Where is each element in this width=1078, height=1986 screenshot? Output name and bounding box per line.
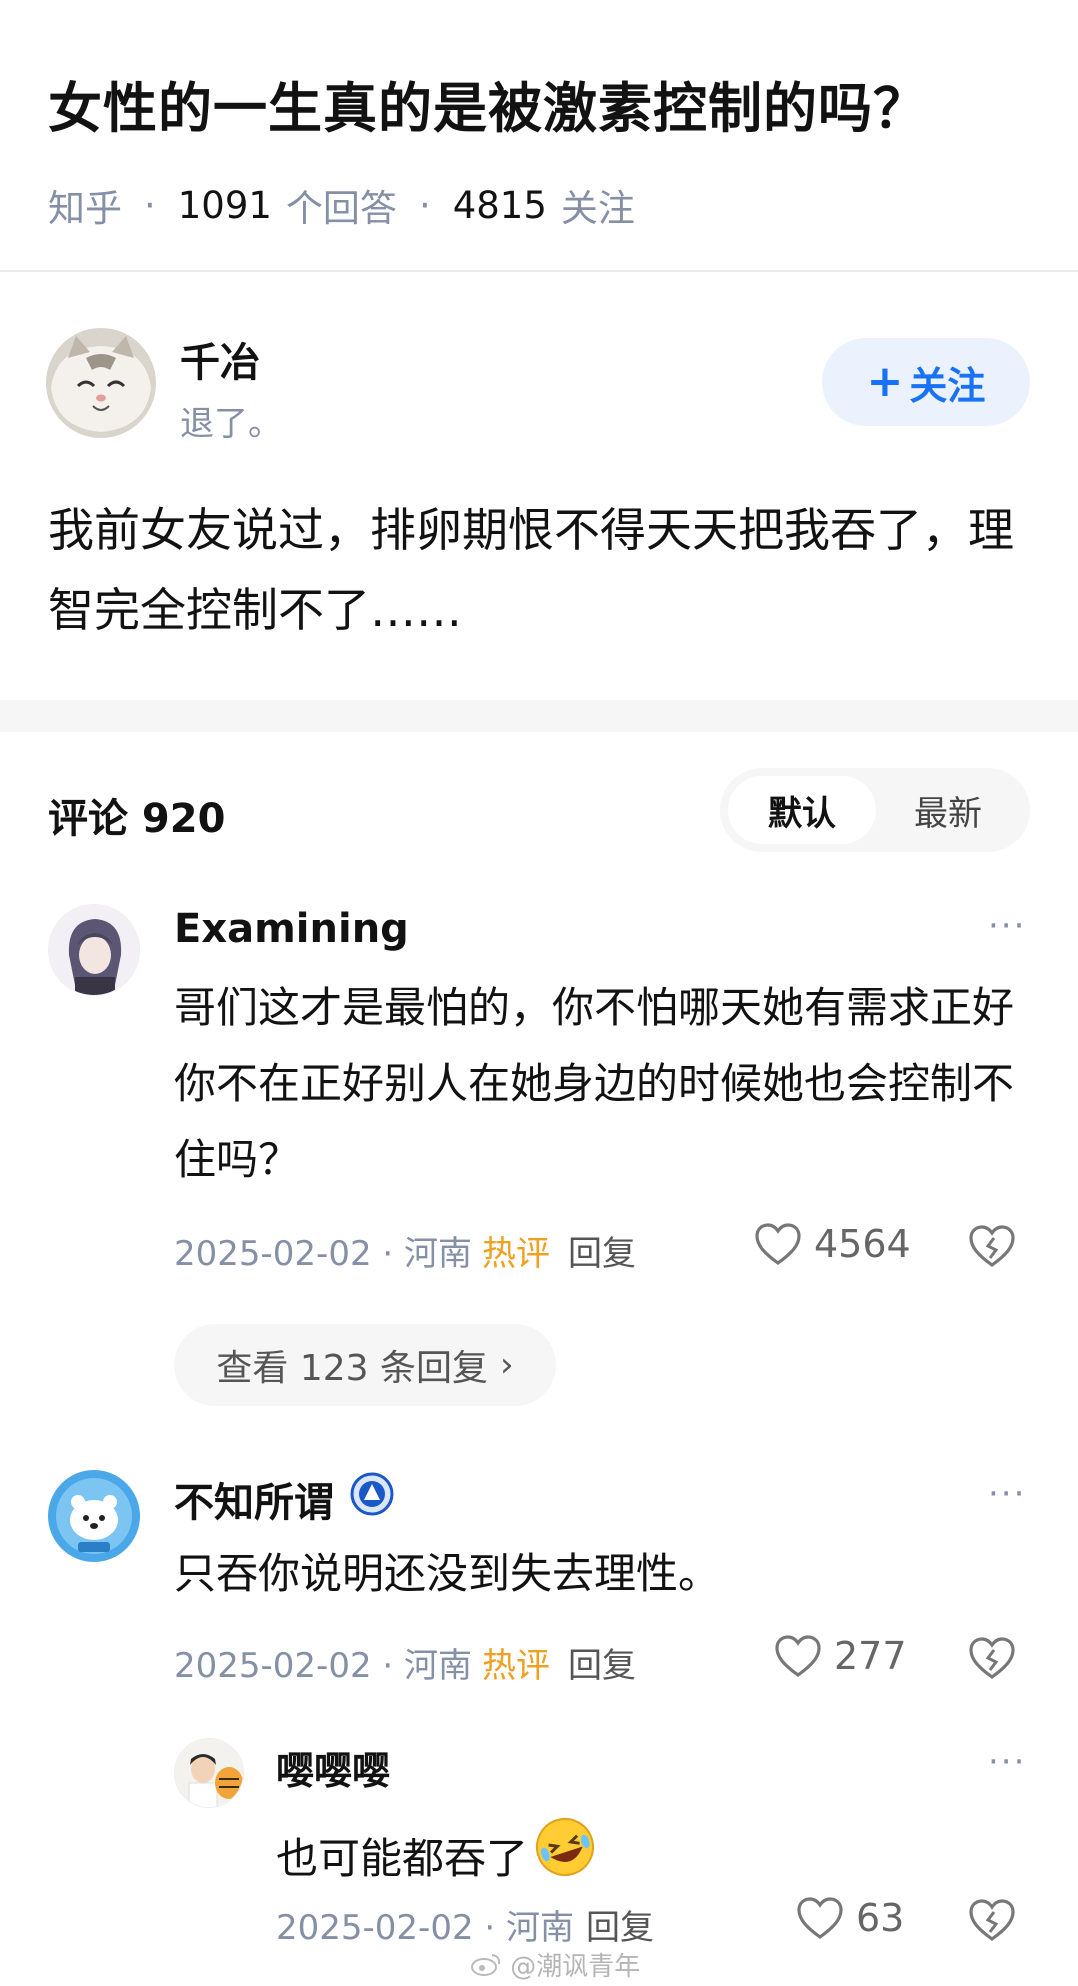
sort-latest-tab[interactable]: 最新: [874, 776, 1022, 844]
author-bio: 退了。: [180, 404, 282, 444]
broken-heart-icon: [969, 1637, 1015, 1679]
comment-text-row: 也可能都吞了: [276, 1814, 1036, 1904]
watermark-text: @潮讽青年: [510, 1952, 641, 1982]
follow-label: 关注: [909, 363, 986, 408]
dislike-button[interactable]: [968, 1224, 1016, 1272]
laughing-emoji-icon: [532, 1814, 598, 1904]
like-button[interactable]: 63: [796, 1896, 904, 1940]
view-replies-label: 查看 123 条回复: [216, 1348, 488, 1389]
more-options-icon[interactable]: ···: [988, 1474, 1026, 1514]
commenter-name-row: 不知所谓: [174, 1470, 394, 1528]
hot-badge: 热评: [482, 1234, 551, 1274]
answers-count: 1091: [177, 183, 272, 227]
reply-button[interactable]: 回复: [568, 1638, 636, 1687]
dislike-button[interactable]: [968, 1898, 1016, 1946]
comment-sort-toggle: 默认 最新: [720, 768, 1030, 852]
view-replies-button[interactable]: 查看 123 条回复 ›: [174, 1324, 556, 1406]
separator-dot: ·: [144, 183, 156, 227]
heart-icon: [797, 1897, 843, 1939]
author-avatar[interactable]: [46, 328, 156, 438]
reply-button[interactable]: 回复: [568, 1226, 636, 1275]
commenter-avatar[interactable]: [48, 904, 140, 996]
follow-button[interactable]: + 关注: [822, 338, 1030, 426]
commenter-avatar[interactable]: [48, 1470, 140, 1562]
like-count: 277: [834, 1634, 907, 1678]
commenter-name[interactable]: 嘤嘤嘤: [276, 1740, 390, 1795]
sort-default-tab[interactable]: 默认: [728, 776, 876, 844]
like-count: 63: [856, 1896, 905, 1940]
like-button[interactable]: 277: [774, 1634, 907, 1678]
comment-text: 也可能都吞了: [276, 1834, 529, 1883]
followers-label: 关注: [560, 187, 635, 230]
comment-text: 只吞你说明还没到失去理性。: [174, 1549, 721, 1598]
more-options-icon[interactable]: ···: [988, 1742, 1026, 1782]
broken-heart-icon: [969, 1899, 1015, 1941]
comment-date-location: 2025-02-02 · 河南: [174, 1646, 473, 1686]
comments-title: 评论 920: [48, 796, 226, 842]
reply-button[interactable]: 回复: [586, 1900, 654, 1949]
question-header: 女性的一生真的是被激素控制的吗？ 知乎 · 1091 个回答 · 4815 关注: [0, 0, 1078, 272]
commenter-name[interactable]: Examining: [174, 906, 409, 952]
commenter-avatar[interactable]: [174, 1738, 244, 1808]
comment-text: 哥们这才是最怕的，你不怕哪天她有需求正好你不在正好别人在她身边的时候她也会控制不…: [174, 983, 1015, 1184]
followers-count: 4815: [452, 183, 547, 227]
like-button[interactable]: 4564: [754, 1222, 911, 1266]
more-options-icon[interactable]: ···: [988, 906, 1026, 946]
plus-icon: +: [866, 356, 904, 407]
chevron-right-icon: ›: [500, 1345, 514, 1385]
broken-heart-icon: [969, 1225, 1015, 1267]
separator-dot: ·: [418, 183, 431, 227]
comment-meta: 2025-02-02 · 河南 热评 回复: [174, 1638, 636, 1687]
comment-date-location: 2025-02-02 · 河南: [276, 1908, 575, 1948]
heart-icon: [755, 1223, 801, 1265]
like-count: 4564: [814, 1222, 911, 1266]
hot-badge: 热评: [482, 1646, 551, 1686]
section-divider: [0, 700, 1078, 732]
author-name[interactable]: 千冶: [180, 330, 260, 388]
comment-meta: 2025-02-02 · 河南 热评 回复: [174, 1226, 636, 1275]
question-title[interactable]: 女性的一生真的是被激素控制的吗？: [48, 64, 928, 143]
answer-text[interactable]: 我前女友说过，排卵期恨不得天天把我吞了，理智完全控制不了……: [48, 490, 1028, 650]
dislike-button[interactable]: [968, 1636, 1016, 1684]
answers-label: 个回答: [285, 187, 397, 230]
source-label: 知乎: [48, 187, 122, 230]
commenter-name[interactable]: 不知所谓: [174, 1470, 334, 1528]
comment-meta: 2025-02-02 · 河南 回复: [276, 1900, 654, 1949]
heart-icon: [775, 1635, 821, 1677]
weibo-logo-icon: [470, 1951, 502, 1984]
verified-badge-icon: [350, 1472, 394, 1526]
question-meta: 知乎 · 1091 个回答 · 4815 关注: [48, 178, 635, 232]
watermark: @潮讽青年: [470, 1946, 640, 1984]
comment-date-location: 2025-02-02 · 河南: [174, 1234, 473, 1274]
